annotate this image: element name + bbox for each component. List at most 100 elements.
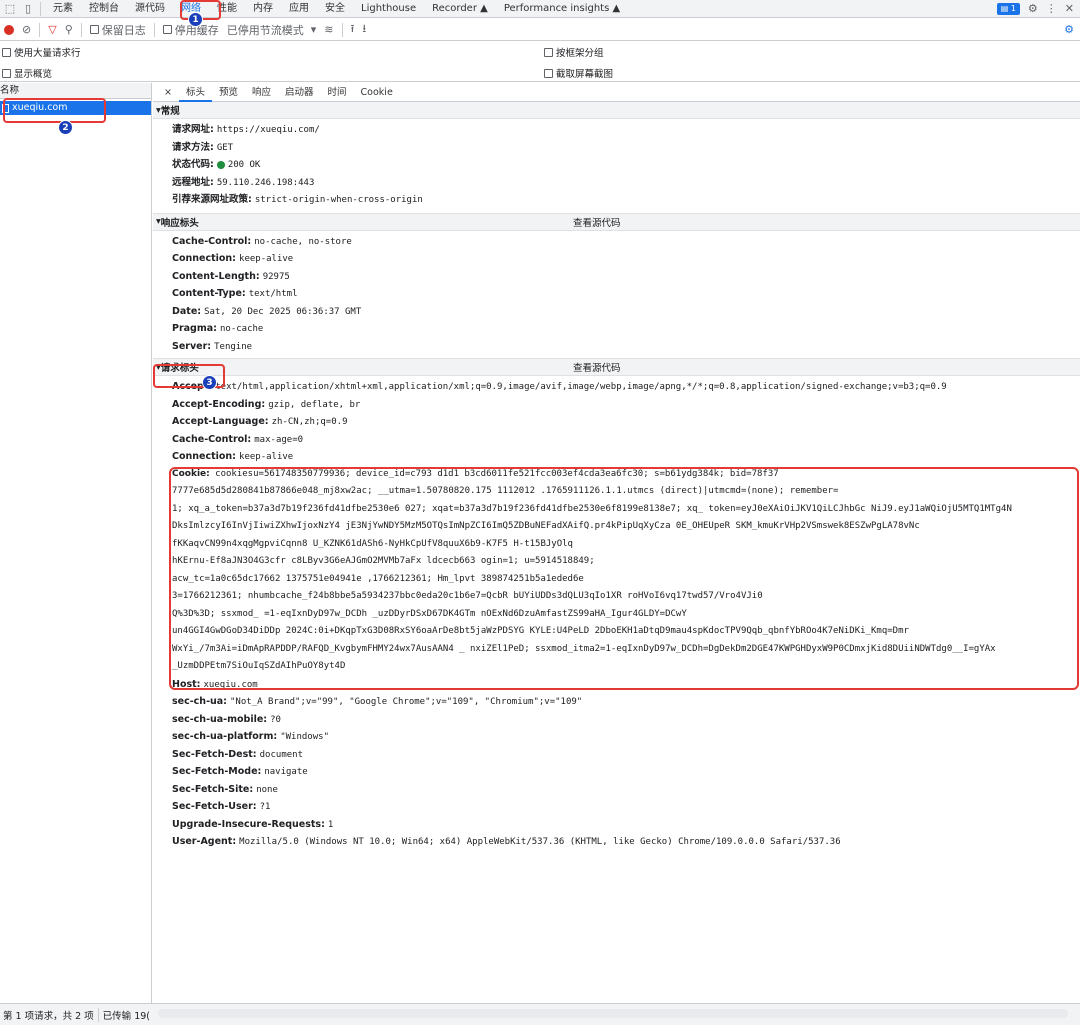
request-header-rows: Host: xueqiu.com sec-ch-ua: "Not_A Brand"… [153, 676, 1080, 851]
header-key: 请求方法: [172, 141, 214, 153]
close-detail-button[interactable]: × [157, 83, 179, 102]
tab-response[interactable]: 响应 [245, 83, 278, 102]
tab-performance-insights[interactable]: Performance insights ▲ [496, 0, 628, 18]
tab-lighthouse[interactable]: Lighthouse [353, 0, 424, 18]
header-value: none [256, 784, 278, 795]
throttle-label: 已停用节流模式 [226, 23, 304, 37]
inspect-element-icon[interactable]: ⬚ [2, 1, 18, 17]
header-value: text/html,application/xhtml+xml,applicat… [215, 382, 947, 392]
header-row: 远程地址: 59.110.246.198:443 [153, 174, 1080, 192]
header-value: GET [216, 142, 234, 153]
settings-icon[interactable]: ⚙ [1028, 2, 1038, 15]
highlight-box-cookie [169, 467, 1079, 690]
header-value: gzip, deflate, br [268, 399, 361, 410]
wifi-settings-icon: ≋ [324, 23, 334, 36]
section-title: 常规 [160, 106, 180, 117]
network-toolbar: ⊘ ▽ ⚲ 保留日志 停用缓存 已停用节流模式 ▾ ≋ ⭱ ⭳ ⚙ [0, 19, 1080, 41]
export-har-button[interactable]: ⭳ [362, 20, 366, 39]
tab-preview[interactable]: 预览 [212, 83, 245, 102]
tab-initiator[interactable]: 启动器 [278, 83, 321, 102]
divider [153, 22, 155, 37]
download-icon: ⭳ [362, 22, 367, 35]
header-key: 状态代码: [172, 159, 214, 170]
annotation-badge: 2 [58, 120, 73, 135]
view-source-link[interactable]: 查看源代码 [573, 360, 621, 374]
detail-tabs: × 标头 预览 响应 启动器 时间 Cookie [153, 83, 1080, 102]
header-key: Sec-Fetch-Mode: [172, 766, 262, 777]
request-headers-section-header[interactable]: ▾ 请求标头 查看源代码 [153, 359, 1080, 376]
horizontal-scrollbar[interactable] [158, 1009, 1068, 1018]
throttle-select[interactable]: 已停用节流模式 ▾ [227, 22, 317, 38]
header-row: Date: Sat, 20 Dec 2025 06:36:37 GMT [153, 303, 1080, 321]
network-conditions-button[interactable]: ≋ [324, 23, 333, 36]
header-row: Cache-Control: max-age=0 [153, 431, 1080, 449]
tab-console[interactable]: 控制台 [81, 0, 127, 18]
checkbox [2, 68, 11, 78]
response-headers-section-header[interactable]: ▾ 响应标头 查看源代码 [153, 213, 1080, 231]
tab-timing[interactable]: 时间 [321, 83, 354, 102]
highlight-box-request [3, 98, 106, 123]
header-row: 引荐来源网址政策: strict-origin-when-cross-origi… [153, 191, 1080, 209]
header-row: 状态代码: 200 OK [153, 156, 1080, 174]
header-key: Date: [172, 305, 202, 317]
search-button[interactable]: ⚲ [65, 23, 73, 36]
header-row: Accept-Encoding: gzip, deflate, br [153, 396, 1080, 414]
header-value: keep-alive [239, 254, 294, 264]
record-button[interactable] [4, 24, 14, 35]
header-value: 1 [327, 819, 334, 830]
general-section-header[interactable]: ▾ 常规 [153, 102, 1080, 119]
large-rows-checkbox[interactable]: 使用大量请求行 [2, 45, 81, 59]
name-column-header[interactable]: 名称 [0, 83, 151, 99]
tab-application[interactable]: 应用 [281, 0, 317, 18]
show-overview-checkbox[interactable]: 显示概览 [2, 66, 52, 80]
network-settings-icon[interactable]: ⚙ [1064, 23, 1074, 36]
tab-headers[interactable]: 标头 [178, 83, 212, 102]
device-toolbar-icon[interactable]: ▯ [20, 1, 36, 17]
header-row: sec-ch-ua-mobile: ?0 [153, 711, 1080, 729]
header-row: 请求网址: https://xueqiu.com/ [153, 121, 1080, 139]
network-options: 使用大量请求行 显示概览 按框架分组 截取屏幕截图 [0, 42, 1080, 82]
issues-badge[interactable]: ▤ 1 [996, 2, 1020, 15]
header-value: text/html [248, 289, 298, 299]
header-row: Pragma: no-cache [153, 320, 1080, 338]
view-source-link[interactable]: 查看源代码 [573, 215, 621, 229]
header-value: max-age=0 [254, 434, 304, 445]
header-value: ?0 [270, 714, 281, 725]
tab-memory[interactable]: 内存 [245, 0, 281, 18]
header-row: Connection: keep-alive [153, 448, 1080, 466]
header-row: Sec-Fetch-Dest: document [153, 746, 1080, 764]
header-row: sec-ch-ua: "Not_A Brand";v="99", "Google… [153, 693, 1080, 711]
group-by-frame-checkbox[interactable]: 按框架分组 [544, 45, 604, 59]
header-key: Connection: [172, 451, 236, 462]
header-value: no-cache [220, 324, 264, 334]
tab-elements[interactable]: 元素 [45, 0, 81, 18]
devtools-tabbar: ⬚ ▯ 元素 控制台 源代码 网络 性能 内存 应用 安全 Lighthouse… [0, 0, 1080, 18]
more-options-icon[interactable]: ⋮ [1046, 2, 1057, 15]
close-icon[interactable]: ✕ [1065, 2, 1074, 15]
header-value: 92975 [262, 271, 290, 282]
header-key: Server: [172, 340, 212, 352]
header-value: "Windows" [280, 732, 329, 742]
import-har-button[interactable]: ⭱ [351, 20, 355, 39]
checkbox [162, 25, 172, 34]
header-key: Accept-Encoding: [172, 398, 266, 410]
header-key: sec-ch-ua-mobile: [172, 713, 268, 725]
header-row: Accept: text/html,application/xhtml+xml,… [153, 378, 1080, 396]
header-key: 远程地址: [172, 176, 214, 188]
header-key: Content-Type: [172, 288, 246, 299]
tab-cookies[interactable]: Cookie [354, 83, 400, 102]
clear-button[interactable]: ⊘ [22, 23, 31, 36]
request-list: 名称 xueqiu.com [0, 83, 152, 1003]
header-key: 请求网址: [172, 124, 214, 135]
tab-recorder[interactable]: Recorder ▲ [424, 0, 496, 18]
header-value: Tengine [214, 341, 253, 352]
filter-button[interactable]: ▽ [48, 23, 56, 36]
tab-security[interactable]: 安全 [317, 0, 353, 18]
capture-screenshots-checkbox[interactable]: 截取屏幕截图 [544, 66, 613, 80]
status-ok-icon [216, 160, 225, 169]
preserve-log-checkbox[interactable]: 保留日志 [89, 22, 146, 38]
header-key: Sec-Fetch-Site: [172, 783, 254, 795]
tab-sources[interactable]: 源代码 [127, 0, 173, 18]
header-row: Connection: keep-alive [153, 250, 1080, 268]
section-title: 响应标头 [160, 217, 199, 229]
